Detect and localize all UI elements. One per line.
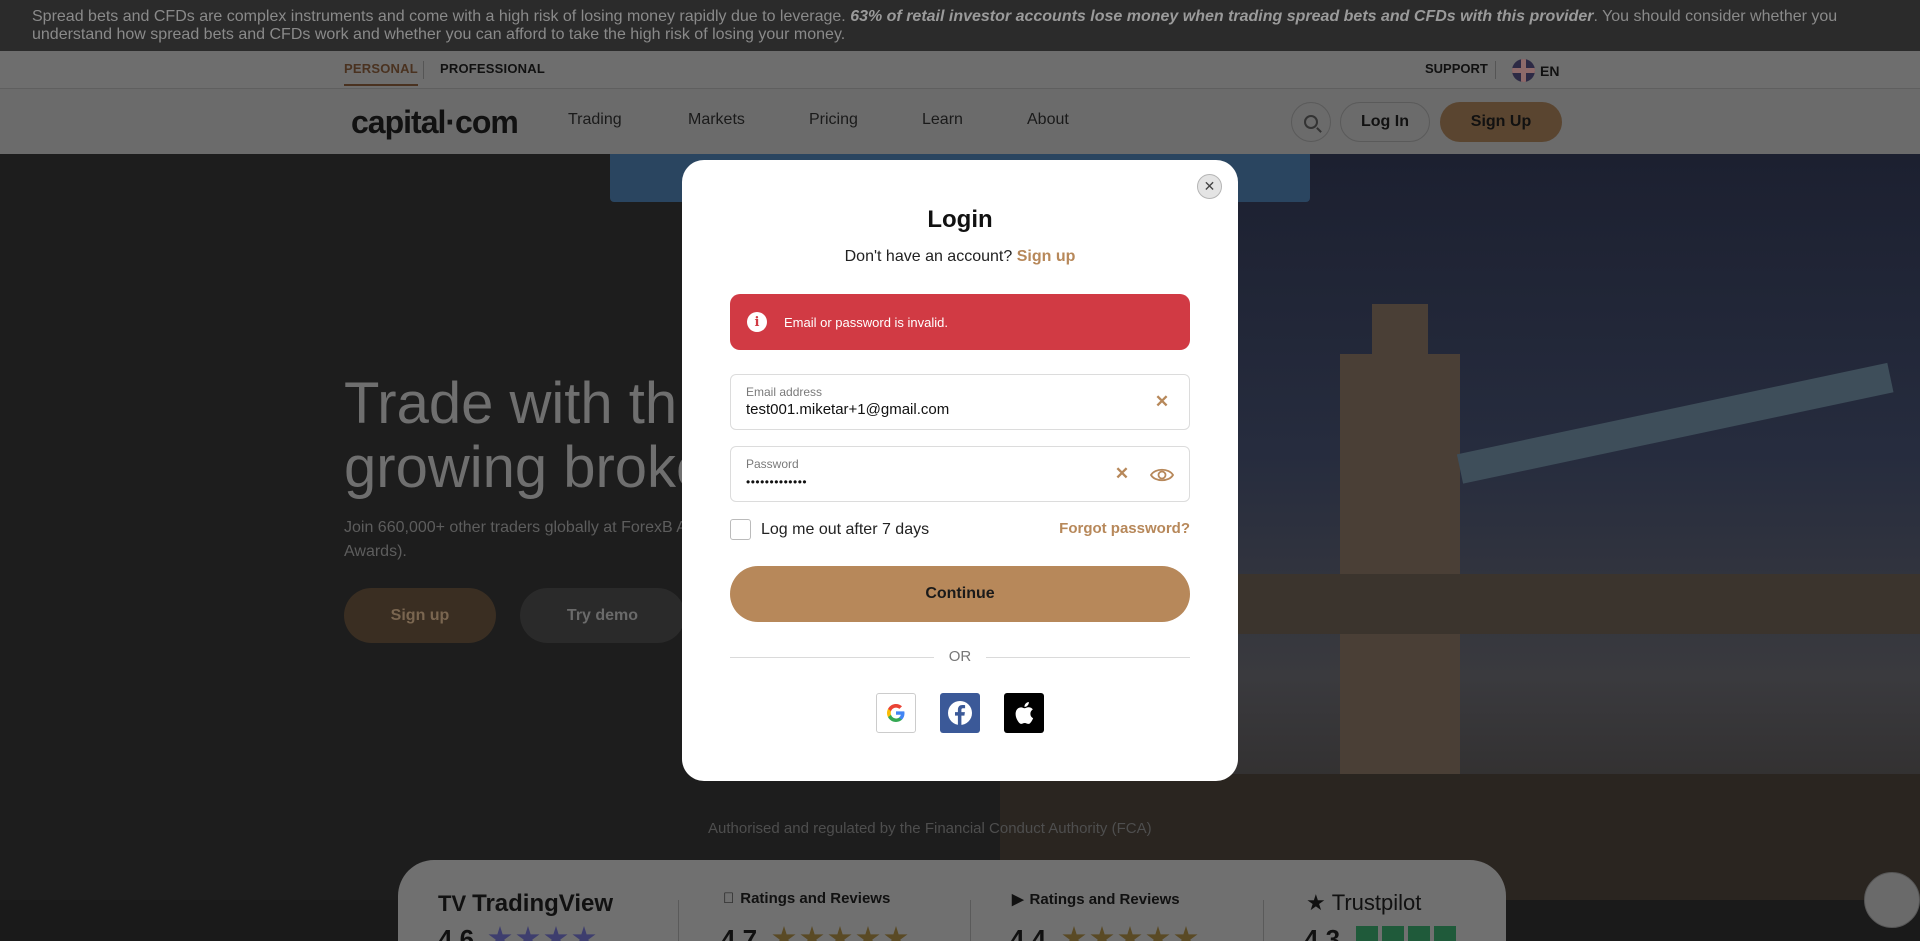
hero-title-line2: growing broke bbox=[344, 435, 709, 500]
info-icon: i bbox=[747, 312, 767, 332]
facebook-icon bbox=[948, 701, 972, 725]
close-button[interactable]: ✕ bbox=[1197, 174, 1222, 199]
tradingview-logo-icon: TV bbox=[438, 891, 467, 916]
audience-subnav: PERSONAL PROFESSIONAL SUPPORT EN bbox=[0, 51, 1920, 88]
trustpilot-stars bbox=[1356, 926, 1456, 941]
logout-label: Log me out after 7 days bbox=[761, 520, 930, 538]
signup-prompt: Don't have an account? Sign up bbox=[682, 248, 1238, 266]
hero-demo-button[interactable]: Try demo bbox=[520, 588, 685, 643]
search-icon bbox=[1304, 115, 1318, 129]
modal-title: Login bbox=[927, 206, 993, 233]
language-label: EN bbox=[1540, 62, 1560, 79]
google-score: 4.4 bbox=[1010, 924, 1047, 941]
continue-button[interactable]: Continue bbox=[730, 566, 1190, 622]
clear-password-icon[interactable]: ✕ bbox=[1112, 464, 1132, 484]
show-password-eye-icon[interactable] bbox=[1150, 463, 1174, 487]
logout-checkbox[interactable] bbox=[730, 519, 751, 540]
main-navigation: capital·com Trading Markets Pricing Lear… bbox=[0, 88, 1920, 154]
tradingview-rating: TV TradingView bbox=[438, 890, 614, 917]
error-alert: i Email or password is invalid. bbox=[730, 294, 1190, 350]
hero-title-line1: Trade with th bbox=[344, 371, 678, 436]
signup-button[interactable]: Sign Up bbox=[1440, 102, 1562, 142]
apple-rating:  Ratings and Reviews bbox=[723, 890, 890, 907]
email-input[interactable] bbox=[746, 401, 1126, 418]
login-button[interactable]: Log In bbox=[1340, 102, 1430, 142]
no-account-text: Don't have an account? bbox=[844, 248, 1013, 265]
regulation-notice: Authorised and regulated by the Financia… bbox=[708, 820, 1152, 837]
trustpilot-rating: ★ Trustpilot bbox=[1306, 890, 1422, 915]
facebook-login-button[interactable] bbox=[940, 693, 980, 733]
google-stars bbox=[1062, 926, 1198, 941]
apple-login-button[interactable] bbox=[1004, 693, 1044, 733]
uk-flag-icon bbox=[1512, 59, 1535, 82]
google-play-rating: ▶ Ratings and Reviews bbox=[1012, 890, 1180, 909]
nav-about[interactable]: About bbox=[1027, 111, 1069, 129]
email-field[interactable]: Email address ✕ bbox=[730, 374, 1190, 430]
capital-com-logo[interactable]: capital·com bbox=[351, 104, 519, 141]
apple-score: 4.7 bbox=[721, 924, 758, 941]
risk-warning-banner: Spread bets and CFDs are complex instrum… bbox=[0, 0, 1920, 51]
trustpilot-star-icon: ★ bbox=[1306, 890, 1326, 915]
subnav-divider bbox=[1495, 61, 1496, 79]
password-input[interactable]: ••••••••••••• bbox=[746, 475, 1126, 489]
google-login-button[interactable] bbox=[876, 693, 916, 733]
support-link[interactable]: SUPPORT bbox=[1425, 61, 1488, 76]
nav-learn[interactable]: Learn bbox=[922, 111, 963, 129]
risk-text-start: Spread bets and CFDs are complex instrum… bbox=[32, 8, 851, 25]
subnav-divider bbox=[423, 61, 424, 79]
google-icon bbox=[887, 704, 905, 722]
nav-pricing[interactable]: Pricing bbox=[809, 111, 858, 129]
ratings-bar: TV TradingView  Ratings and Reviews ▶ R… bbox=[398, 860, 1506, 941]
clear-email-icon[interactable]: ✕ bbox=[1152, 392, 1172, 412]
search-button[interactable] bbox=[1291, 102, 1331, 142]
password-label: Password bbox=[746, 457, 799, 471]
forgot-password-link[interactable]: Forgot password? bbox=[1059, 520, 1190, 537]
language-selector[interactable]: EN bbox=[1512, 59, 1559, 82]
nav-trading[interactable]: Trading bbox=[568, 111, 622, 129]
google-play-icon: ▶ bbox=[1012, 891, 1024, 908]
login-modal: ✕ Login Don't have an account? Sign up i… bbox=[682, 160, 1238, 781]
trustpilot-score: 4.3 bbox=[1304, 924, 1341, 941]
hero-signup-button[interactable]: Sign up bbox=[344, 588, 496, 643]
apple-stars bbox=[772, 926, 908, 941]
tradingview-stars bbox=[488, 926, 596, 941]
apple-icon bbox=[1015, 702, 1034, 724]
nav-markets[interactable]: Markets bbox=[688, 111, 745, 129]
password-field[interactable]: Password ••••••••••••• ✕ bbox=[730, 446, 1190, 502]
error-message: Email or password is invalid. bbox=[784, 314, 949, 330]
tab-professional[interactable]: PROFESSIONAL bbox=[440, 61, 545, 76]
close-icon: ✕ bbox=[1203, 178, 1216, 194]
logout-after-7-days-option[interactable]: Log me out after 7 days bbox=[730, 519, 929, 540]
or-label: OR bbox=[948, 648, 972, 665]
signup-link[interactable]: Sign up bbox=[1017, 248, 1076, 265]
chat-button[interactable] bbox=[1864, 872, 1920, 928]
email-label: Email address bbox=[746, 385, 823, 399]
tab-personal[interactable]: PERSONAL bbox=[344, 61, 418, 86]
risk-text-bold: 63% of retail investor accounts lose mon… bbox=[850, 8, 1594, 25]
apple-icon:  bbox=[723, 890, 734, 907]
hero-title: Trade with th growing broke bbox=[344, 372, 708, 500]
tradingview-score: 4.6 bbox=[438, 924, 475, 941]
